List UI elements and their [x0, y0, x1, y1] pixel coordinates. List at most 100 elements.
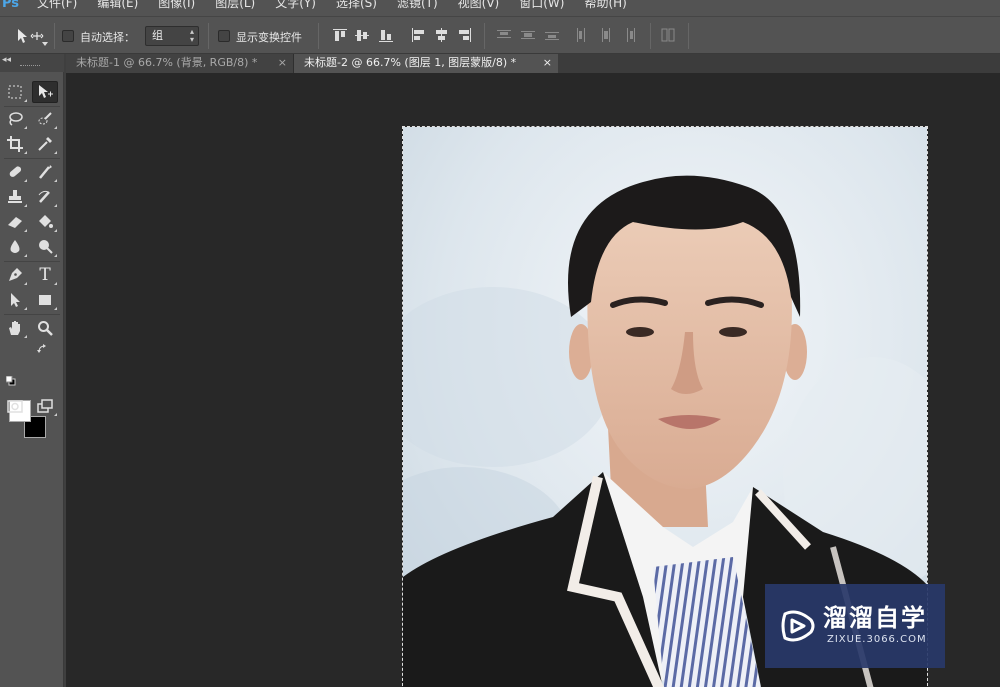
- toolbox: ◂◂ T: [0, 54, 64, 687]
- divider: [484, 23, 485, 49]
- auto-select-checkbox[interactable]: [62, 30, 74, 42]
- divider: [4, 106, 60, 107]
- submenu-indicator: [54, 254, 57, 257]
- submenu-indicator: [54, 126, 57, 129]
- submenu-indicator: [24, 307, 27, 310]
- history-brush-icon: [38, 190, 50, 203]
- chevron-down-icon[interactable]: [42, 32, 48, 46]
- auto-select-label: 自动选择：: [80, 31, 135, 44]
- menu-window[interactable]: 窗口(W): [519, 0, 564, 9]
- show-transform-checkbox[interactable]: [218, 30, 230, 42]
- align-right-icon[interactable]: [456, 27, 472, 43]
- watermark-title: 溜溜自学: [823, 604, 927, 632]
- submenu-indicator: [24, 229, 27, 232]
- lasso-tool[interactable]: [2, 108, 28, 130]
- clone-stamp-icon: [8, 190, 22, 203]
- auto-select-dropdown[interactable]: 组 ▴ ▾: [145, 26, 199, 46]
- distribute-vcenter-icon[interactable]: [520, 27, 536, 43]
- path-select-icon: [11, 293, 20, 307]
- menu-filter[interactable]: 滤镜(T): [397, 0, 438, 9]
- blur-icon: [10, 240, 20, 253]
- screen-mode-icon: [37, 399, 53, 413]
- dodge-icon: [39, 240, 53, 254]
- submenu-indicator: [54, 282, 57, 285]
- rectangle-tool[interactable]: [32, 289, 58, 311]
- screen-mode-button[interactable]: [32, 395, 58, 417]
- close-icon[interactable]: ×: [543, 54, 552, 72]
- pen-tool[interactable]: [2, 264, 28, 286]
- menu-layer[interactable]: 图层(L): [215, 0, 255, 9]
- rect-marquee-tool[interactable]: [2, 81, 28, 103]
- type-tool[interactable]: T: [32, 264, 58, 286]
- play-logo-icon: [781, 610, 815, 642]
- distribute-hcenter-icon[interactable]: [598, 27, 614, 43]
- distribute-right-icon[interactable]: [622, 27, 638, 43]
- submenu-indicator: [54, 179, 57, 182]
- align-vcenter-icon[interactable]: [354, 27, 370, 43]
- dodge-tool[interactable]: [32, 236, 58, 258]
- watermark-badge: 溜溜自学 ZIXUE.3066.COM: [765, 584, 945, 668]
- divider: [318, 23, 319, 49]
- tab-label: 未标题-2 @ 66.7% (图层 1, 图层蒙版/8) *: [304, 56, 517, 69]
- quick-mask-button[interactable]: [2, 395, 28, 417]
- submenu-indicator: [24, 126, 27, 129]
- collapse-icon[interactable]: ◂◂: [2, 55, 11, 65]
- swap-colors-icon[interactable]: [37, 344, 47, 354]
- menu-help[interactable]: 帮助(H): [584, 0, 626, 9]
- toolbox-header[interactable]: ◂◂: [0, 54, 64, 72]
- distribute-left-icon[interactable]: [574, 27, 590, 43]
- grip-handle[interactable]: [20, 65, 40, 67]
- divider: [4, 261, 60, 262]
- eraser-tool[interactable]: [2, 211, 28, 233]
- divider: [4, 158, 60, 159]
- clone-stamp-tool[interactable]: [2, 186, 28, 208]
- menu-view[interactable]: 视图(V): [458, 0, 500, 9]
- align-left-icon[interactable]: [410, 27, 426, 43]
- paint-bucket-tool[interactable]: [32, 211, 58, 233]
- quick-select-tool[interactable]: [32, 108, 58, 130]
- eyedropper-tool[interactable]: [32, 133, 58, 155]
- path-select-tool[interactable]: [2, 289, 28, 311]
- type-icon: T: [39, 265, 51, 285]
- auto-align-icon[interactable]: [660, 27, 676, 43]
- submenu-indicator: [24, 254, 27, 257]
- menu-type[interactable]: 文字(Y): [275, 0, 316, 9]
- crop-tool[interactable]: [2, 133, 28, 155]
- distribute-top-icon[interactable]: [496, 27, 512, 43]
- menu-select[interactable]: 选择(S): [336, 0, 377, 9]
- marquee-icon: [8, 85, 22, 99]
- submenu-indicator: [24, 179, 27, 182]
- align-hcenter-icon[interactable]: [433, 27, 449, 43]
- spinner-icon: ▴ ▾: [189, 27, 194, 44]
- align-top-icon[interactable]: [332, 27, 348, 43]
- submenu-indicator: [54, 413, 57, 416]
- divider: [688, 23, 689, 49]
- zoom-tool[interactable]: [32, 317, 58, 339]
- submenu-indicator: [24, 282, 27, 285]
- distribute-bottom-icon[interactable]: [544, 27, 560, 43]
- document-tab-bar: 未标题-1 @ 66.7% (背景, RGB/8) * × 未标题-2 @ 66…: [66, 54, 1000, 73]
- close-icon[interactable]: ×: [278, 54, 287, 72]
- move-tool[interactable]: [32, 81, 58, 103]
- paint-bucket-icon: [39, 215, 53, 228]
- brush-tool[interactable]: [32, 161, 58, 183]
- tab-untitled-2[interactable]: 未标题-2 @ 66.7% (图层 1, 图层蒙版/8) * ×: [294, 54, 558, 73]
- submenu-indicator: [54, 307, 57, 310]
- submenu-indicator: [54, 229, 57, 232]
- menu-bar: Ps 文件(F) 编辑(E) 图像(I) 图层(L) 文字(Y) 选择(S) 滤…: [0, 0, 1000, 16]
- default-colors-icon[interactable]: [6, 376, 16, 386]
- pen-icon: [9, 268, 22, 281]
- crop-icon: [7, 136, 23, 152]
- history-brush-tool[interactable]: [32, 186, 58, 208]
- tab-untitled-1[interactable]: 未标题-1 @ 66.7% (背景, RGB/8) * ×: [66, 54, 294, 73]
- menu-edit[interactable]: 编辑(E): [97, 0, 138, 9]
- healing-brush-tool[interactable]: [2, 161, 28, 183]
- hand-tool[interactable]: [2, 317, 28, 339]
- align-bottom-icon[interactable]: [378, 27, 394, 43]
- blur-tool[interactable]: [2, 236, 28, 258]
- quick-select-icon: [38, 112, 52, 125]
- menu-image[interactable]: 图像(I): [158, 0, 195, 9]
- menu-file[interactable]: 文件(F): [37, 0, 77, 9]
- divider: [4, 314, 60, 315]
- photoshop-window: Ps 文件(F) 编辑(E) 图像(I) 图层(L) 文字(Y) 选择(S) 滤…: [0, 0, 1000, 687]
